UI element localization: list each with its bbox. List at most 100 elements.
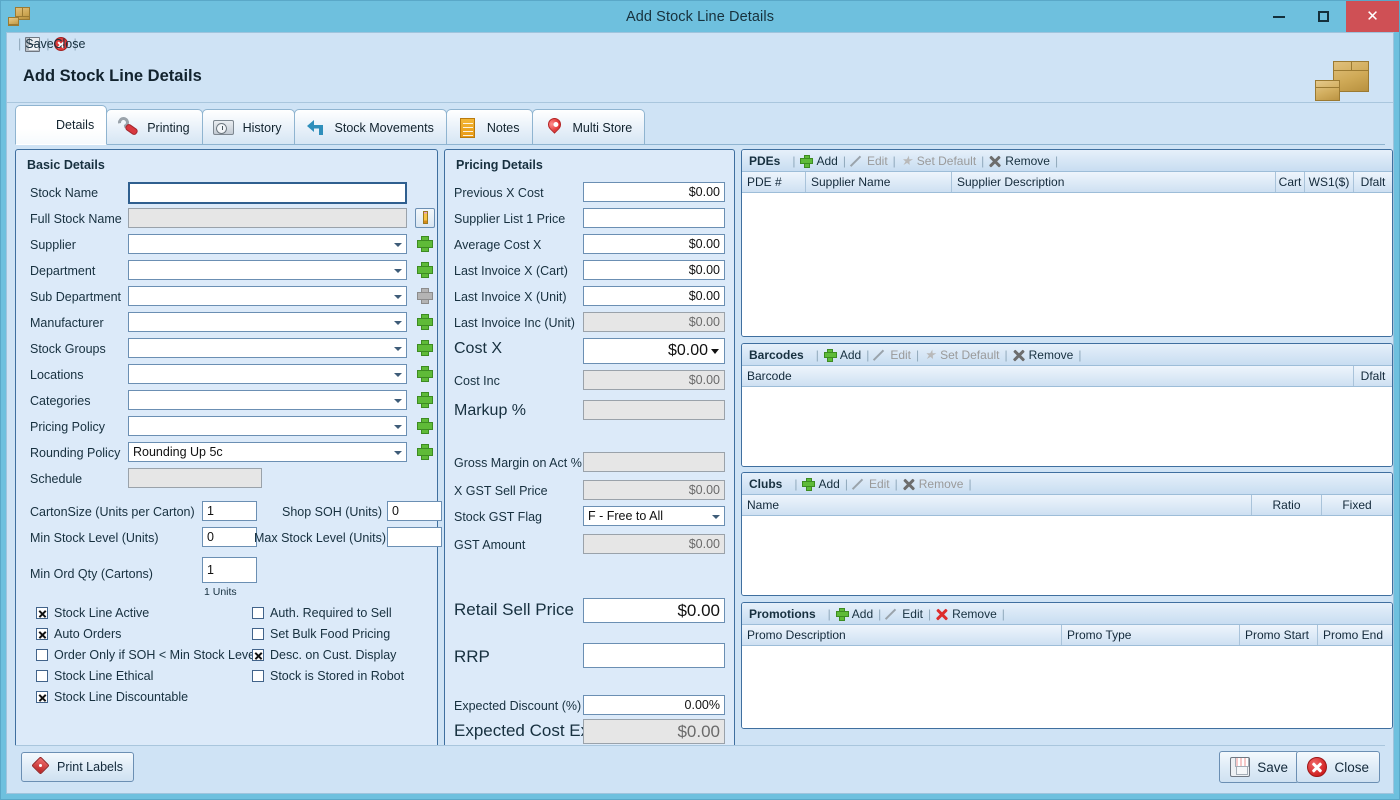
tab-notes[interactable]: Notes (445, 109, 533, 145)
add-department-button[interactable] (415, 260, 435, 280)
column-header-supplier-name[interactable]: Supplier Name (806, 172, 952, 192)
shop-soh-input[interactable] (387, 501, 442, 521)
column-header-ratio[interactable]: Ratio (1252, 495, 1322, 515)
checkbox-auto-orders[interactable]: Auto Orders (36, 627, 121, 641)
column-header-promo-end[interactable]: Promo End (1318, 625, 1392, 645)
column-header-promo-description[interactable]: Promo Description (742, 625, 1062, 645)
add-manufacturer-button[interactable] (415, 312, 435, 332)
column-header-fixed[interactable]: Fixed (1322, 495, 1392, 515)
sub-department-combo[interactable] (128, 286, 407, 306)
cost-x-input[interactable]: $0.00 (583, 338, 725, 364)
tab-printing[interactable]: Printing (106, 109, 203, 145)
add-supplier-button[interactable] (415, 234, 435, 254)
pdes-add-button[interactable]: Add (795, 154, 842, 168)
close-window-button[interactable]: ✕ (1346, 1, 1399, 32)
stock-gst-flag-combo[interactable]: F - Free to All (583, 506, 725, 526)
supplier-combo[interactable] (128, 234, 407, 254)
barcodes-set-default-button[interactable]: ★ Set Default (919, 348, 1004, 362)
x-gst-sell-price-input[interactable] (583, 480, 725, 500)
full-stock-name-edit-button[interactable] (415, 208, 435, 228)
expected-cost-ex-input[interactable] (583, 719, 725, 744)
column-header-pde-number[interactable]: PDE # (742, 172, 806, 192)
tab-details[interactable]: Details (15, 105, 108, 145)
column-header-supplier-description[interactable]: Supplier Description (952, 172, 1276, 192)
column-header-ws1[interactable]: WS1($) (1305, 172, 1354, 192)
checkbox-stock-line-discountable[interactable]: Stock Line Discountable (36, 690, 188, 704)
pdes-edit-button[interactable]: Edit (846, 154, 893, 168)
promotions-add-button[interactable]: Add (831, 607, 878, 621)
toolbar-save-button[interactable]: Save (25, 36, 54, 52)
barcodes-add-button[interactable]: Add (819, 348, 866, 362)
previous-x-cost-input[interactable] (583, 182, 725, 202)
checkbox-order-only-if-soh-below-min[interactable]: Order Only if SOH < Min Stock Level (36, 648, 258, 662)
clubs-add-button[interactable]: Add (797, 477, 844, 491)
categories-combo[interactable] (128, 390, 407, 410)
barcodes-remove-button[interactable]: Remove (1008, 348, 1079, 362)
stock-name-input[interactable] (128, 182, 407, 204)
footer-save-button[interactable]: Save (1219, 751, 1299, 783)
pdes-remove-button[interactable]: Remove (984, 154, 1055, 168)
manufacturer-combo[interactable] (128, 312, 407, 332)
last-invoice-x-cart-input[interactable] (583, 260, 725, 280)
supplier-list-1-price-input[interactable] (583, 208, 725, 228)
rounding-policy-combo[interactable]: Rounding Up 5c (128, 442, 407, 462)
min-stock-level-input[interactable] (202, 527, 257, 547)
add-pricing-policy-button[interactable] (415, 416, 435, 436)
minimize-button[interactable] (1256, 1, 1301, 32)
cost-inc-input[interactable] (583, 370, 725, 390)
pdes-set-default-button[interactable]: ★ Set Default (896, 154, 981, 168)
department-combo[interactable] (128, 260, 407, 280)
column-header-cart[interactable]: Cart (1276, 172, 1305, 192)
checkbox-stock-line-ethical[interactable]: Stock Line Ethical (36, 669, 153, 683)
promotions-edit-button[interactable]: Edit (881, 607, 928, 621)
print-labels-button[interactable]: Print Labels (21, 752, 135, 782)
column-header-dfalt[interactable]: Dfalt (1354, 366, 1392, 386)
checkbox-stock-is-stored-in-robot[interactable]: Stock is Stored in Robot (252, 669, 404, 683)
column-header-promo-type[interactable]: Promo Type (1062, 625, 1240, 645)
full-stock-name-input[interactable] (128, 208, 407, 228)
min-ord-qty-input[interactable] (202, 557, 257, 583)
promotions-remove-button[interactable]: Remove (931, 607, 1002, 621)
carton-size-input[interactable] (202, 501, 257, 521)
barcodes-grid-body[interactable] (742, 387, 1392, 466)
pricing-policy-combo[interactable] (128, 416, 407, 436)
checkbox-auth-required-to-sell[interactable]: Auth. Required to Sell (252, 606, 392, 620)
last-invoice-inc-unit-input[interactable] (583, 312, 725, 332)
max-stock-level-input[interactable] (387, 527, 442, 547)
schedule-input[interactable] (128, 468, 262, 488)
column-header-barcode[interactable]: Barcode (742, 366, 1354, 386)
checkbox-desc-on-cust-display[interactable]: Desc. on Cust. Display (252, 648, 396, 662)
clubs-grid-body[interactable] (742, 516, 1392, 595)
tab-multi-store[interactable]: Multi Store (531, 109, 646, 145)
average-cost-x-input[interactable] (583, 234, 725, 254)
gst-amount-input[interactable] (583, 534, 725, 554)
stock-groups-combo[interactable] (128, 338, 407, 358)
add-location-button[interactable] (415, 364, 435, 384)
expected-discount-input[interactable] (583, 695, 725, 715)
clubs-edit-button[interactable]: Edit (848, 477, 895, 491)
gross-margin-input[interactable] (583, 452, 725, 472)
checkbox-set-bulk-food-pricing[interactable]: Set Bulk Food Pricing (252, 627, 390, 641)
toolbar-close-button[interactable]: Close (53, 37, 85, 51)
last-invoice-x-unit-input[interactable] (583, 286, 725, 306)
add-stock-group-button[interactable] (415, 338, 435, 358)
checkbox-stock-line-active[interactable]: Stock Line Active (36, 606, 149, 620)
column-header-promo-start[interactable]: Promo Start (1240, 625, 1318, 645)
tab-stock-movements[interactable]: Stock Movements (293, 109, 447, 145)
markup-pct-input[interactable] (583, 400, 725, 420)
label-department: Department (30, 264, 96, 278)
rrp-input[interactable] (583, 643, 725, 668)
footer-close-button[interactable]: Close (1296, 751, 1380, 783)
column-header-name[interactable]: Name (742, 495, 1252, 515)
promotions-grid-body[interactable] (742, 646, 1392, 728)
clubs-remove-button[interactable]: Remove (898, 477, 969, 491)
maximize-button[interactable] (1301, 1, 1346, 32)
column-header-dfalt[interactable]: Dfalt (1354, 172, 1392, 192)
pdes-grid-body[interactable] (742, 193, 1392, 336)
locations-combo[interactable] (128, 364, 407, 384)
add-rounding-policy-button[interactable] (415, 442, 435, 462)
add-category-button[interactable] (415, 390, 435, 410)
tab-history[interactable]: History (201, 109, 295, 145)
barcodes-edit-button[interactable]: Edit (869, 348, 916, 362)
retail-sell-price-input[interactable] (583, 598, 725, 623)
